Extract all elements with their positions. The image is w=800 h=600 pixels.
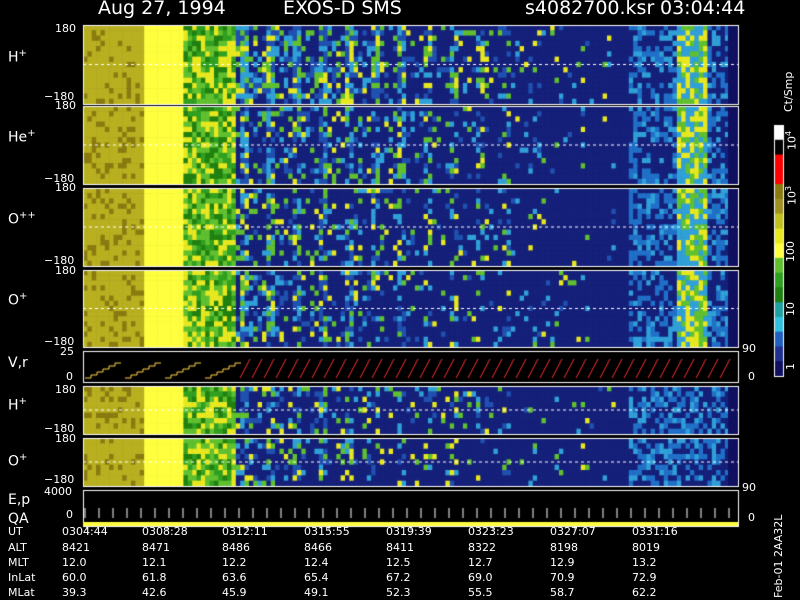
- footer-cell-inlat: 69.0: [468, 571, 493, 584]
- right-tick-90-lower: 90: [742, 481, 756, 494]
- header-instrument: EXOS-D SMS: [283, 0, 402, 19]
- footer-label-inlat: InLat: [8, 571, 36, 584]
- footer-cell-alt: 8466: [304, 541, 332, 554]
- footer-cell-inlat: 60.0: [62, 571, 87, 584]
- footer-cell-alt: 8019: [632, 541, 660, 554]
- footer-cell-ut: 0323:23: [468, 525, 514, 538]
- colorbar-label-10e4: 104: [784, 130, 799, 150]
- tick-vr-bottom: 0: [66, 370, 73, 383]
- panel-label-o-plusplus: O++: [8, 210, 36, 228]
- footer-cell-ut: 0319:39: [386, 525, 432, 538]
- footer-cell-mlt: 12.9: [550, 556, 575, 569]
- right-tick-0-lower: 0: [748, 511, 755, 524]
- colorbar-label-10: 10: [784, 302, 797, 316]
- footer-cell-ut: 0312:11: [222, 525, 268, 538]
- panel-label-h-plus: H+: [8, 48, 27, 66]
- footer-cell-mlat: 45.9: [222, 586, 247, 599]
- footer-cell-ut: 0331:16: [632, 525, 678, 538]
- footer-cell-inlat: 63.6: [222, 571, 247, 584]
- footer-label-mlt: MLT: [8, 556, 29, 569]
- footer-label-mlat: MLat: [8, 586, 35, 599]
- footer-cell-mlt: 12.2: [222, 556, 247, 569]
- tick-he-top: 180: [55, 99, 76, 112]
- right-tick-90: 90: [742, 342, 756, 355]
- footer-cell-inlat: 72.9: [632, 571, 657, 584]
- footer-cell-mlat: 39.3: [62, 586, 87, 599]
- panel-label-ep: E,p: [8, 492, 31, 508]
- tick-h2-top: 180: [55, 383, 76, 396]
- tick-ep-top: 4000: [44, 485, 72, 498]
- footer-cell-inlat: 70.9: [550, 571, 575, 584]
- footer-cell-mlt: 12.7: [468, 556, 493, 569]
- right-tick-0: 0: [748, 370, 755, 383]
- colorbar-unit: Ct/Smp: [782, 71, 795, 112]
- footer-cell-mlat: 55.5: [468, 586, 493, 599]
- footer-cell-alt: 8471: [142, 541, 170, 554]
- tick-op-top: 180: [55, 264, 76, 277]
- footer-cell-mlt: 13.2: [632, 556, 657, 569]
- footer-label-alt: ALT: [8, 541, 27, 554]
- footer-cell-mlat: 42.6: [142, 586, 167, 599]
- footer-cell-mlt: 12.4: [304, 556, 329, 569]
- footer-label-ut: UT: [8, 525, 23, 538]
- footer-cell-mlat: 62.2: [632, 586, 657, 599]
- footer-cell-inlat: 65.4: [304, 571, 329, 584]
- header-date: Aug 27, 1994: [98, 0, 226, 19]
- footer-cell-mlt: 12.5: [386, 556, 411, 569]
- footer-cell-mlt: 12.1: [142, 556, 167, 569]
- header-time: 03:04:44: [660, 0, 746, 19]
- spectrogram-canvas: [0, 0, 800, 600]
- panel-label-o-plus-2: O+: [8, 452, 28, 470]
- footer-cell-alt: 8198: [550, 541, 578, 554]
- colorbar-label-100: 100: [784, 241, 797, 262]
- tick-h-top: 180: [55, 22, 76, 35]
- file-stamp: Feb-01 2AA32L: [772, 514, 785, 598]
- footer-cell-mlt: 12.0: [62, 556, 87, 569]
- footer-cell-mlat: 58.7: [550, 586, 575, 599]
- footer-cell-mlat: 52.3: [386, 586, 411, 599]
- tick-ep-bottom: 0: [66, 508, 73, 521]
- colorbar-label-10e3: 103: [784, 185, 799, 205]
- footer-cell-alt: 8421: [62, 541, 90, 554]
- footer-cell-inlat: 67.2: [386, 571, 411, 584]
- footer-cell-ut: 0327:07: [550, 525, 596, 538]
- footer-cell-alt: 8486: [222, 541, 250, 554]
- footer-cell-ut: 0315:55: [304, 525, 350, 538]
- spectrogram-figure: Aug 27, 1994 EXOS-D SMS s4082700.ksr 03:…: [0, 0, 800, 600]
- panel-label-o-plus: O+: [8, 291, 28, 309]
- header-file: s4082700.ksr: [525, 0, 655, 19]
- panel-label-he-plus: He+: [8, 128, 36, 146]
- tick-opp-top: 180: [55, 181, 76, 194]
- colorbar-label-1: 1: [784, 363, 797, 370]
- panel-label-h-plus-2: H+: [8, 396, 27, 414]
- footer-cell-inlat: 61.8: [142, 571, 167, 584]
- footer-cell-mlat: 49.1: [304, 586, 329, 599]
- footer-cell-alt: 8322: [468, 541, 496, 554]
- tick-o2-top: 180: [55, 432, 76, 445]
- tick-vr-top: 25: [60, 345, 74, 358]
- footer-cell-alt: 8411: [386, 541, 414, 554]
- footer-cell-ut: 0308:28: [142, 525, 188, 538]
- footer-cell-ut: 0304:44: [62, 525, 108, 538]
- panel-label-v-r: V,r: [8, 355, 28, 371]
